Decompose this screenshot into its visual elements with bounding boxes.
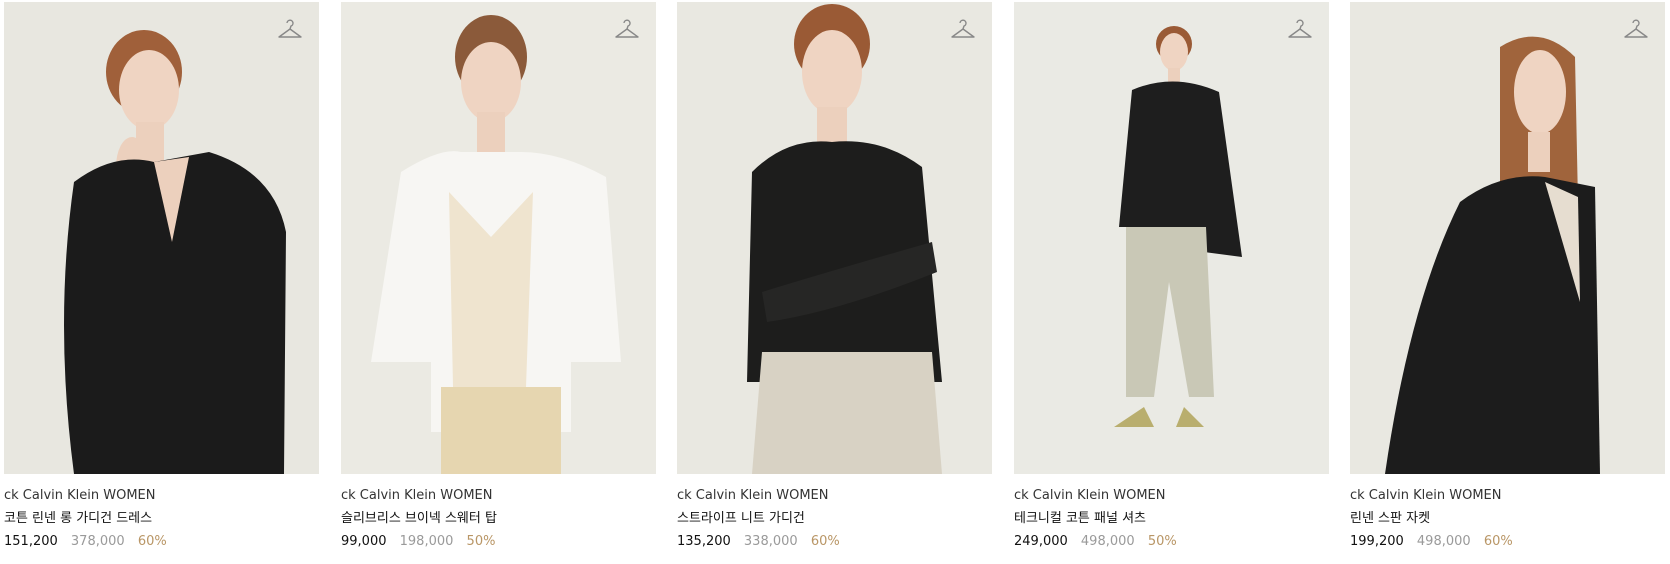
product-brand: ck Calvin Klein WOMEN (341, 488, 493, 503)
product-brand: ck Calvin Klein WOMEN (1350, 488, 1502, 503)
product-brand: ck Calvin Klein WOMEN (1014, 488, 1166, 503)
sale-price: 135,200 (677, 534, 731, 549)
hanger-icon[interactable] (950, 18, 976, 40)
hanger-icon[interactable] (614, 18, 640, 40)
product-name[interactable]: 린넨 스판 자켓 (1350, 510, 1665, 528)
product-image[interactable] (1014, 2, 1329, 474)
product-prices: 249,000 498,000 50% (1014, 533, 1329, 551)
product-prices: 135,200 338,000 60% (677, 533, 992, 551)
sale-price: 99,000 (341, 534, 387, 549)
original-price: 198,000 (399, 534, 454, 549)
discount-rate: 50% (466, 534, 496, 549)
product-prices: 99,000 198,000 50% (341, 533, 656, 551)
discount-rate: 60% (137, 534, 167, 549)
sale-price: 249,000 (1014, 534, 1068, 549)
sale-price: 151,200 (4, 534, 58, 549)
product-grid: ck Calvin Klein WOMEN 코튼 린넨 롱 가디건 드레스 15… (0, 0, 1670, 564)
product-card[interactable]: ck Calvin Klein WOMEN 슬리브리스 브이넥 스웨터 탑 99… (341, 2, 656, 551)
model-photo (4, 2, 319, 474)
hanger-icon[interactable] (1623, 18, 1649, 40)
model-photo (341, 2, 656, 474)
model-photo (1014, 2, 1329, 474)
product-info: ck Calvin Klein WOMEN 슬리브리스 브이넥 스웨터 탑 99… (341, 474, 656, 551)
product-prices: 151,200 378,000 60% (4, 533, 319, 551)
hanger-icon[interactable] (1287, 18, 1313, 40)
discount-rate: 50% (1147, 534, 1177, 549)
product-brand: ck Calvin Klein WOMEN (677, 488, 829, 503)
product-card[interactable]: ck Calvin Klein WOMEN 린넨 스판 자켓 199,200 4… (1350, 2, 1665, 551)
model-photo (1350, 2, 1665, 474)
product-image[interactable] (4, 2, 319, 474)
product-name[interactable]: 코튼 린넨 롱 가디건 드레스 (4, 510, 319, 528)
sale-price: 199,200 (1350, 534, 1404, 549)
product-info: ck Calvin Klein WOMEN 스트라이프 니트 가디건 135,2… (677, 474, 992, 551)
product-prices: 199,200 498,000 60% (1350, 533, 1665, 551)
product-card[interactable]: ck Calvin Klein WOMEN 코튼 린넨 롱 가디건 드레스 15… (4, 2, 319, 551)
product-brand: ck Calvin Klein WOMEN (4, 488, 156, 503)
product-name[interactable]: 스트라이프 니트 가디건 (677, 510, 992, 528)
original-price: 378,000 (70, 534, 125, 549)
product-card[interactable]: ck Calvin Klein WOMEN 테크니컬 코튼 패널 셔츠 249,… (1014, 2, 1329, 551)
model-photo (677, 2, 992, 474)
hanger-icon[interactable] (277, 18, 303, 40)
product-card[interactable]: ck Calvin Klein WOMEN 스트라이프 니트 가디건 135,2… (677, 2, 992, 551)
discount-rate: 60% (810, 534, 840, 549)
product-image[interactable] (341, 2, 656, 474)
product-image[interactable] (677, 2, 992, 474)
product-info: ck Calvin Klein WOMEN 린넨 스판 자켓 199,200 4… (1350, 474, 1665, 551)
discount-rate: 60% (1483, 534, 1513, 549)
original-price: 338,000 (743, 534, 798, 549)
product-info: ck Calvin Klein WOMEN 코튼 린넨 롱 가디건 드레스 15… (4, 474, 319, 551)
product-image[interactable] (1350, 2, 1665, 474)
product-name[interactable]: 슬리브리스 브이넥 스웨터 탑 (341, 510, 656, 528)
product-info: ck Calvin Klein WOMEN 테크니컬 코튼 패널 셔츠 249,… (1014, 474, 1329, 551)
product-name[interactable]: 테크니컬 코튼 패널 셔츠 (1014, 510, 1329, 528)
original-price: 498,000 (1416, 534, 1471, 549)
original-price: 498,000 (1080, 534, 1135, 549)
